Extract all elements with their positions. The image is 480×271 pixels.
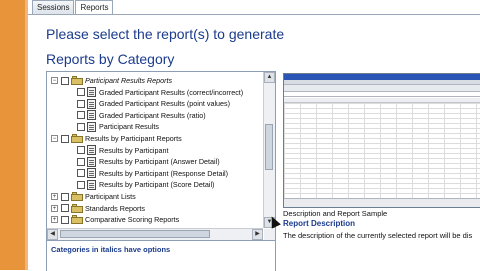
tree-item-label: Participant Lists	[85, 192, 136, 201]
report-icon	[87, 179, 96, 190]
folder-icon	[71, 203, 83, 213]
tree-horizontal-scrollbar[interactable]: ◀ ▶	[47, 228, 263, 240]
scroll-right-icon[interactable]: ▶	[252, 229, 263, 240]
tree-item-label: Graded Participant Results (correct/inco…	[99, 87, 244, 97]
checkbox[interactable]	[77, 111, 85, 120]
tree-item-label: Participant Results	[99, 122, 159, 132]
tree-report-row[interactable]: Results by Participant (Response Detail)	[77, 168, 228, 179]
checkbox[interactable]	[77, 122, 85, 131]
checkbox[interactable]	[61, 215, 69, 224]
scroll-corner	[264, 229, 275, 240]
description-title: Report Description	[283, 219, 356, 228]
expand-icon[interactable]: +	[51, 193, 58, 200]
checkbox[interactable]	[77, 146, 85, 155]
tree-item-label: Standards Reports	[85, 203, 145, 213]
left-accent-bar	[0, 0, 28, 270]
tree-category-row[interactable]: + Standards Reports	[51, 203, 145, 214]
report-sample-preview	[283, 73, 480, 208]
checkbox[interactable]	[77, 99, 85, 108]
preview-column-headers	[284, 98, 480, 103]
tab-strip: Sessions Reports	[32, 0, 114, 14]
tree-item-label: Graded Participant Results (point values…	[99, 99, 231, 109]
report-icon	[87, 156, 96, 167]
scroll-left-icon[interactable]: ◀	[47, 229, 58, 240]
tree-report-row[interactable]: Participant Results	[77, 121, 159, 132]
tree-report-row[interactable]: Graded Participant Results (correct/inco…	[77, 87, 243, 98]
page-title: Please select the report(s) to generate	[46, 26, 285, 42]
tree-category-row[interactable]: + Comparative Scoring Reports	[51, 214, 179, 225]
tree-item-label: Results by Participant (Response Detail)	[99, 168, 229, 178]
description-text: The description of the currently selecte…	[283, 231, 473, 240]
tab-divider	[28, 14, 480, 15]
report-icon	[87, 168, 96, 179]
options-panel: Categories in italics have options	[46, 240, 276, 271]
tree-report-row[interactable]: Results by Participant (Answer Detail)	[77, 156, 220, 167]
tree-item-label: Results by Participant Reports	[85, 134, 182, 143]
tree-report-row[interactable]: Graded Participant Results (ratio)	[77, 110, 206, 121]
folder-icon	[71, 76, 83, 85]
report-icon	[87, 110, 96, 121]
scroll-thumb[interactable]	[265, 124, 273, 170]
tree-item-label: Comparative Scoring Reports	[85, 215, 180, 225]
tab-reports[interactable]: Reports	[75, 0, 114, 14]
preview-spreadsheet-grid	[284, 98, 480, 199]
tab-sessions[interactable]: Sessions	[32, 0, 75, 14]
tree-report-row[interactable]: Results by Participant	[77, 145, 169, 156]
expand-icon[interactable]: +	[51, 204, 58, 212]
report-tree-rows: − Participant Results Reports Graded Parti…	[47, 72, 263, 228]
tree-item-label: Graded Participant Results (ratio)	[99, 110, 206, 120]
preview-sheet-tabs	[284, 198, 480, 207]
report-icon	[87, 87, 96, 98]
report-tree: − Participant Results Reports Graded Parti…	[46, 71, 276, 241]
tree-category-row[interactable]: − Participant Results Reports	[51, 75, 172, 86]
tree-item-label: Participant Results Reports	[85, 76, 173, 85]
report-icon	[87, 145, 96, 156]
report-icon	[87, 121, 96, 132]
folder-icon	[71, 134, 83, 143]
tree-category-row[interactable]: − Results by Participant Reports	[51, 133, 182, 144]
folder-icon	[71, 192, 83, 201]
tree-item-label: Results by Participant (Score Detail)	[99, 180, 215, 190]
tree-item-label: Results by Participant	[99, 145, 169, 155]
checkbox[interactable]	[61, 134, 69, 143]
tree-report-row[interactable]: Results by Participant (Score Detail)	[77, 179, 214, 190]
collapse-icon[interactable]: −	[51, 77, 58, 84]
checkbox[interactable]	[77, 157, 85, 166]
checkbox[interactable]	[61, 76, 69, 85]
checkbox[interactable]	[77, 169, 85, 178]
expand-icon[interactable]: +	[51, 216, 58, 224]
options-hint: Categories in italics have options	[51, 245, 171, 254]
folder-icon	[71, 215, 83, 225]
hscroll-thumb[interactable]	[60, 230, 210, 238]
tree-item-label: Results by Participant (Answer Detail)	[99, 157, 220, 167]
checkbox[interactable]	[77, 180, 85, 189]
scroll-up-icon[interactable]: ▲	[264, 72, 275, 83]
preview-toolbar	[284, 85, 480, 92]
tree-vertical-scrollbar[interactable]: ▲ ▼	[263, 72, 275, 228]
checkbox[interactable]	[61, 192, 69, 201]
report-icon	[87, 98, 96, 109]
checkbox[interactable]	[77, 88, 85, 97]
checkbox[interactable]	[61, 204, 69, 213]
section-title: Reports by Category	[46, 51, 175, 67]
tree-report-row[interactable]: Graded Participant Results (point values…	[77, 98, 230, 109]
description-caption: Description and Report Sample	[283, 209, 388, 218]
preview-formula-bar	[284, 92, 480, 97]
collapse-icon[interactable]: −	[51, 135, 58, 142]
tree-category-row[interactable]: + Participant Lists	[51, 191, 136, 202]
